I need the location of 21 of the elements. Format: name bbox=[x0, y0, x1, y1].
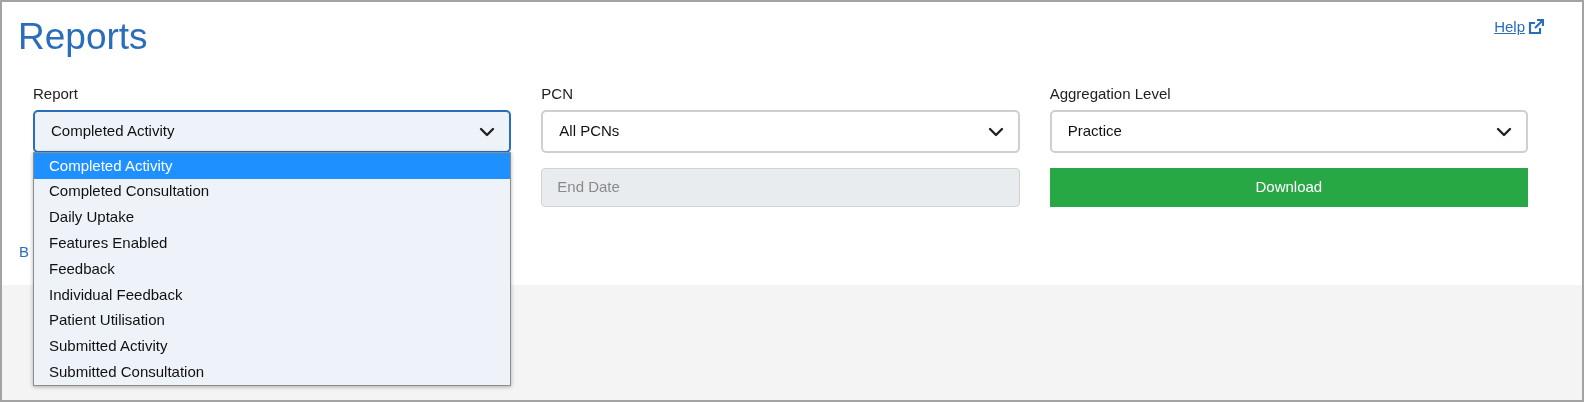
chevron-down-icon bbox=[479, 126, 496, 137]
select-field[interactable]: All PCNs bbox=[541, 110, 1020, 153]
back-link[interactable]: B bbox=[19, 241, 29, 264]
field-label: PCN bbox=[541, 84, 574, 104]
dropdown-option[interactable]: Daily Uptake bbox=[34, 204, 510, 231]
chevron-down-icon bbox=[987, 126, 1004, 137]
dropdown-option[interactable]: Submitted Consultation bbox=[34, 359, 510, 386]
dropdown-option[interactable]: Completed Consultation bbox=[34, 178, 510, 205]
chevron-down-icon bbox=[1496, 126, 1512, 137]
help-link[interactable]: Help bbox=[1494, 16, 1544, 39]
dropdown-option[interactable]: Features Enabled bbox=[34, 230, 510, 257]
field-label: Report bbox=[33, 84, 80, 104]
dropdown-option[interactable]: Feedback bbox=[34, 256, 510, 282]
field-label: Aggregation Level bbox=[1049, 84, 1172, 104]
dropdown-option[interactable]: Submitted Activity bbox=[34, 333, 510, 360]
external-link-icon bbox=[1528, 19, 1544, 36]
select-field[interactable]: Completed Activity bbox=[33, 110, 512, 153]
dropdown-option[interactable]: Patient Utilisation bbox=[34, 307, 510, 334]
page-title: Reports bbox=[18, 15, 148, 59]
dropdown-option[interactable]: Individual Feedback bbox=[34, 282, 510, 308]
select-field[interactable]: Practice bbox=[1049, 110, 1528, 153]
